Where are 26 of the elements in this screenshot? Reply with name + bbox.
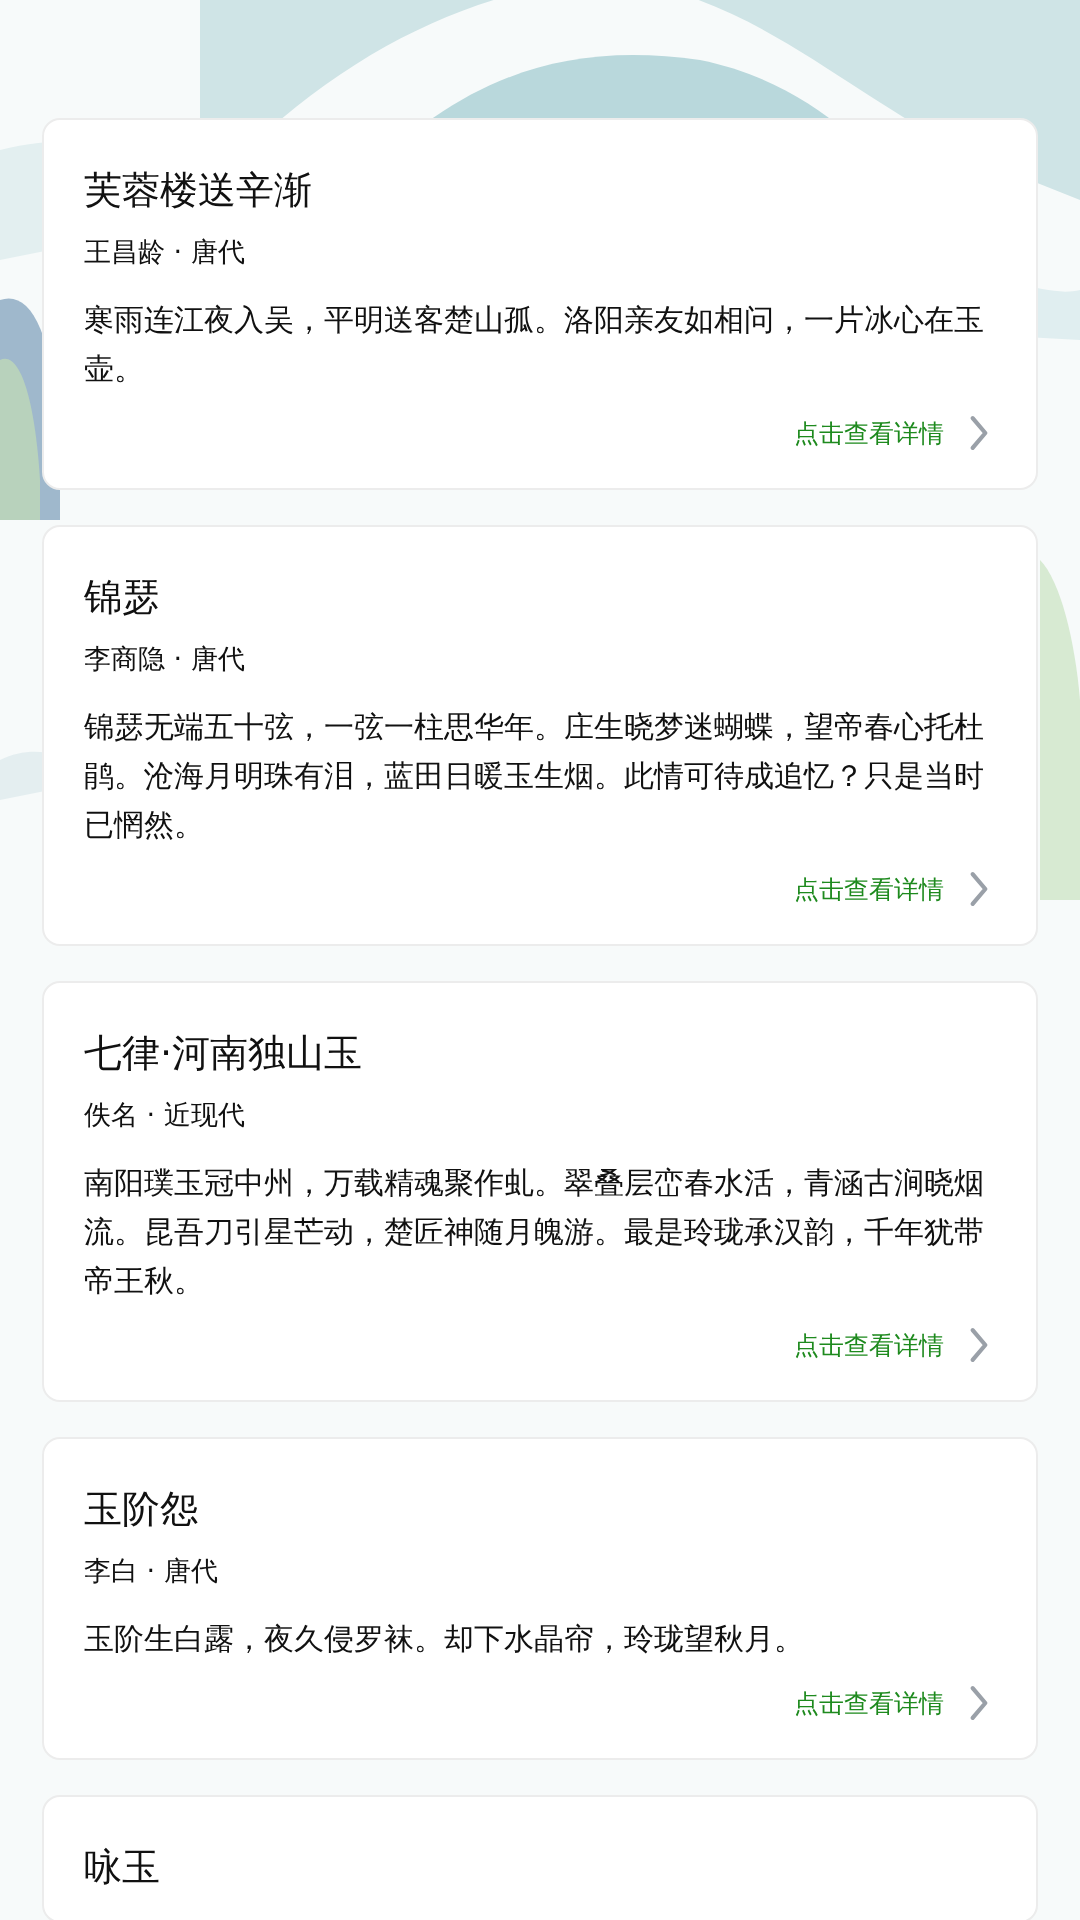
details-link[interactable]: 点击查看详情 bbox=[794, 1328, 944, 1362]
details-link[interactable]: 点击查看详情 bbox=[794, 1686, 944, 1720]
poem-text: 南阳璞玉冠中州，万载精魂聚作虬。翠叠层峦春水活，青涵古涧晓烟流。昆吾刀引星芒动，楚匠神随月魄游。最是玲珑承汉韵，千年犹带帝王秋。 bbox=[84, 1165, 985, 1300]
poem-author: 王昌龄 · 唐代 bbox=[84, 235, 246, 269]
poem-title: 锦瑟 bbox=[84, 574, 161, 621]
chevron-right-icon[interactable] bbox=[968, 1326, 990, 1364]
details-link[interactable]: 点击查看详情 bbox=[794, 872, 944, 906]
poem-title: 玉阶怨 bbox=[84, 1486, 199, 1533]
poem-title: 咏玉 bbox=[84, 1844, 161, 1891]
poem-author: 佚名 · 近现代 bbox=[84, 1098, 246, 1132]
poem-card[interactable]: 玉阶怨 李白 · 唐代 玉阶生白露，夜久侵罗袜。却下水晶帘，玲珑望秋月。 点击查看详情 bbox=[42, 1437, 1038, 1760]
poem-card[interactable]: 芙蓉楼送辛渐 王昌龄 · 唐代 寒雨连江夜入吴，平明送客楚山孤。洛阳亲友如相问，一片冰心在玉壶。 点击查看详情 bbox=[42, 118, 1038, 490]
poem-card[interactable]: 咏玉 bbox=[42, 1795, 1038, 1920]
poem-title: 七律·河南独山玉 bbox=[84, 1030, 364, 1077]
poem-text: 玉阶生白露，夜久侵罗袜。却下水晶帘，玲珑望秋月。 bbox=[84, 1621, 805, 1658]
chevron-right-icon[interactable] bbox=[968, 414, 990, 452]
poem-card[interactable]: 锦瑟 李商隐 · 唐代 锦瑟无端五十弦，一弦一柱思华年。庄生晓梦迷蝴蝶，望帝春心托杜鹃。沧海月明珠有泪，蓝田日暖玉生烟。此情可待成追忆？只是当时已惘然。 点击查看详情 bbox=[42, 525, 1038, 946]
poem-card[interactable]: 七律·河南独山玉 佚名 · 近现代 南阳璞玉冠中州，万载精魂聚作虬。翠叠层峦春水活，青涵古涧晓烟流。昆吾刀引星芒动，楚匠神随月魄游。最是玲珑承汉韵，千年犹带帝王秋。 点击查看详情 bbox=[42, 981, 1038, 1402]
poem-author: 李白 · 唐代 bbox=[84, 1554, 219, 1588]
poem-text: 寒雨连江夜入吴，平明送客楚山孤。洛阳亲友如相问，一片冰心在玉壶。 bbox=[84, 302, 985, 388]
details-link[interactable]: 点击查看详情 bbox=[794, 416, 944, 450]
poem-title: 芙蓉楼送辛渐 bbox=[84, 167, 313, 214]
poem-author: 李商隐 · 唐代 bbox=[84, 642, 246, 676]
chevron-right-icon[interactable] bbox=[968, 1684, 990, 1722]
poem-text: 锦瑟无端五十弦，一弦一柱思华年。庄生晓梦迷蝴蝶，望帝春心托杜鹃。沧海月明珠有泪，蓝田日暖玉生烟。此情可待成追忆？只是当时已惘然。 bbox=[84, 709, 985, 844]
chevron-right-icon[interactable] bbox=[968, 870, 990, 908]
